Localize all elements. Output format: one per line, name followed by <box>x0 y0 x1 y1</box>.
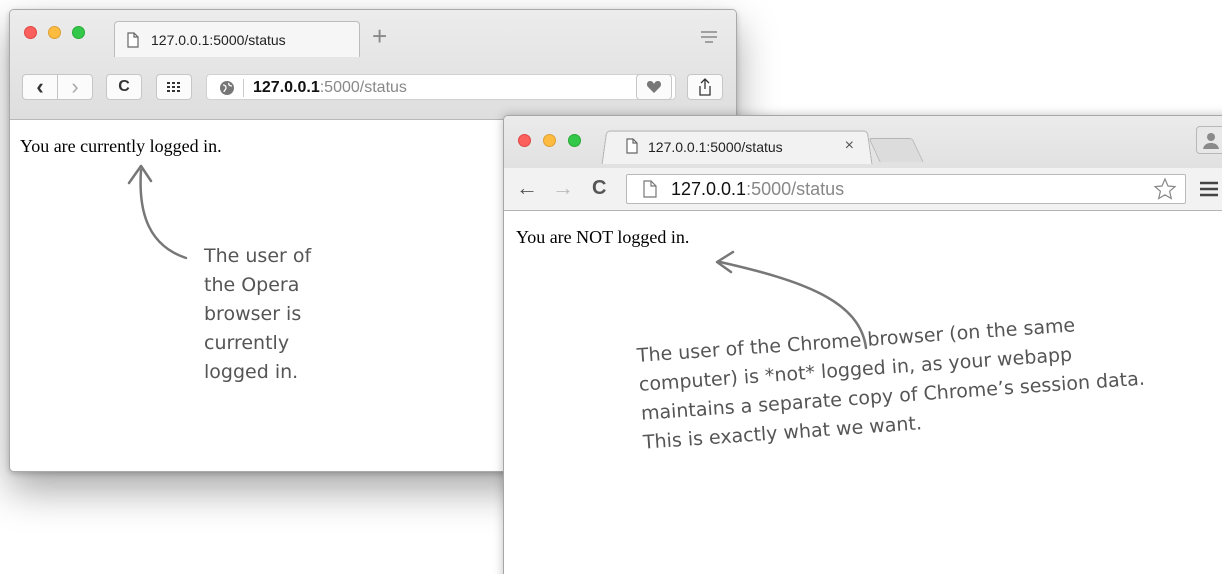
profile-button[interactable] <box>1196 126 1222 154</box>
address-bar[interactable]: 127.0.0.1:5000/status <box>206 74 676 100</box>
opera-tab-title: 127.0.0.1:5000/status <box>151 32 286 48</box>
close-window-button[interactable] <box>518 134 531 147</box>
bookmark-heart-button[interactable] <box>636 74 672 100</box>
chrome-titlebar: 127.0.0.1:5000/status × ← → C 127.0.0.1:… <box>504 116 1222 211</box>
opera-titlebar: 127.0.0.1:5000/status + ‹ › C 127.0.0.1:… <box>10 10 736 120</box>
reload-button[interactable]: C <box>592 176 606 200</box>
hamburger-icon[interactable] <box>1198 180 1220 198</box>
back-button[interactable]: ← <box>516 176 538 200</box>
reload-button[interactable]: C <box>106 74 142 100</box>
zoom-window-button[interactable] <box>72 26 85 39</box>
opera-status-text: You are currently logged in. <box>20 136 222 156</box>
profile-icon <box>1203 133 1219 149</box>
new-tab-button[interactable] <box>868 138 924 162</box>
speed-dial-icon <box>167 82 180 92</box>
chrome-toolbar: ← → C 127.0.0.1:5000/status <box>504 168 1222 210</box>
back-icon: ‹ <box>36 74 44 99</box>
doc-icon <box>626 138 638 154</box>
tab-close-button[interactable]: × <box>845 137 854 155</box>
forward-icon: › <box>71 74 79 99</box>
opera-annotation: The user of the Opera browser is current… <box>204 245 312 383</box>
url-separator <box>243 79 244 97</box>
url-text: 127.0.0.1:5000/status <box>671 179 845 199</box>
share-button[interactable] <box>687 74 723 100</box>
zoom-window-button[interactable] <box>568 134 581 147</box>
minimize-window-button[interactable] <box>543 134 556 147</box>
address-bar[interactable]: 127.0.0.1:5000/status <box>626 174 1186 204</box>
url-text: 127.0.0.1:5000/status <box>253 79 407 96</box>
chrome-tab[interactable]: 127.0.0.1:5000/status × <box>612 132 872 164</box>
doc-icon <box>127 32 139 48</box>
opera-toolbar: ‹ › C 127.0.0.1:5000/status <box>10 66 736 110</box>
new-tab-button[interactable]: + <box>372 23 387 49</box>
chrome-status-text: You are NOT logged in. <box>516 227 690 247</box>
forward-button[interactable]: › <box>57 74 93 100</box>
share-icon <box>699 78 711 96</box>
minimize-window-button[interactable] <box>48 26 61 39</box>
globe-icon <box>220 81 234 95</box>
back-button[interactable]: ‹ <box>22 74 58 100</box>
opera-tab[interactable]: 127.0.0.1:5000/status <box>114 21 360 57</box>
forward-button[interactable]: → <box>552 176 574 200</box>
close-window-button[interactable] <box>24 26 37 39</box>
menu-icon[interactable] <box>700 30 718 44</box>
chrome-tab-title: 127.0.0.1:5000/status <box>648 139 783 155</box>
speed-dial-button[interactable] <box>156 74 192 100</box>
heart-icon <box>646 81 662 93</box>
doc-icon <box>643 180 657 198</box>
reload-icon: C <box>118 78 130 95</box>
star-icon[interactable] <box>1153 177 1177 201</box>
